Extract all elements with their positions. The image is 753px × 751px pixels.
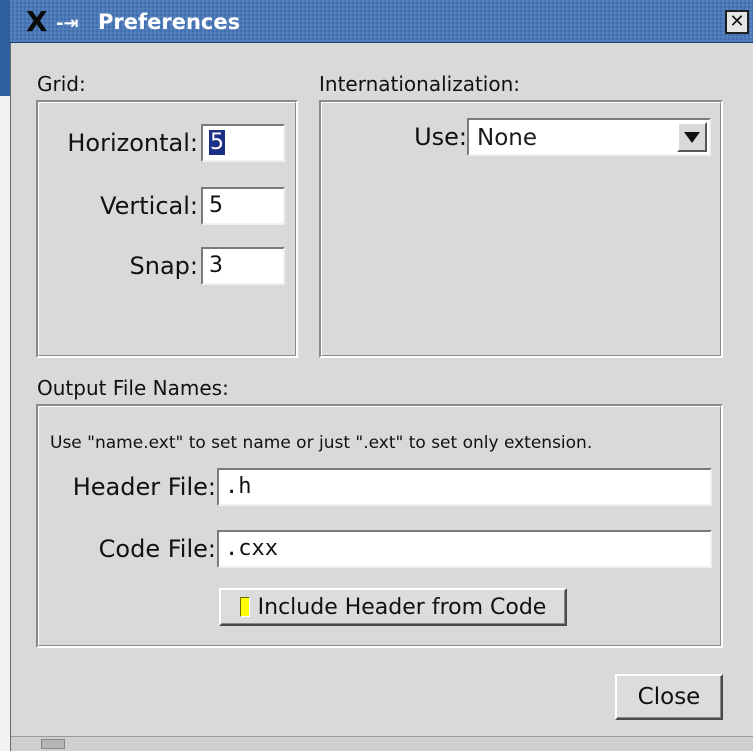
include-header-label: Include Header from Code (257, 594, 547, 620)
use-select[interactable]: None (467, 118, 711, 156)
toggle-light-icon (239, 597, 250, 617)
window-title: Preferences (98, 10, 241, 34)
titlebar[interactable]: X -⇥ Preferences ✕ (10, 0, 753, 43)
grid-group-box: Horizontal: 5 Vertical: 5 Snap: 3 (36, 100, 298, 358)
horizontal-label: Horizontal: (67, 129, 198, 157)
snap-input[interactable]: 3 (201, 247, 285, 285)
vertical-label: Vertical: (100, 192, 198, 220)
x-pin-icon[interactable]: X -⇥ (26, 7, 94, 37)
preferences-content: Grid: Horizontal: 5 Vertical: 5 Snap: 3 … (11, 43, 753, 751)
chevron-down-icon[interactable] (677, 122, 707, 152)
code-file-label: Code File: (98, 535, 216, 563)
code-file-input[interactable]: .cxx (217, 530, 712, 568)
vertical-input[interactable]: 5 (201, 187, 285, 225)
use-select-value: None (477, 125, 538, 151)
close-icon[interactable]: ✕ (725, 10, 749, 34)
grid-group-label: Grid: (37, 72, 86, 96)
output-hint-text: Use "name.ext" to set name or just ".ext… (50, 433, 593, 453)
bottom-scrollbar-strip (11, 736, 753, 751)
scrollbar-handle[interactable] (41, 739, 65, 749)
horizontal-input-value: 5 (209, 130, 225, 155)
output-group-label: Output File Names: (37, 376, 229, 400)
i18n-group-label: Internationalization: (319, 72, 521, 96)
output-group-box: Use "name.ext" to set name or just ".ext… (36, 404, 723, 648)
header-file-input[interactable]: .h (217, 468, 712, 506)
horizontal-input[interactable]: 5 (201, 124, 285, 162)
include-header-toggle-button[interactable]: Include Header from Code (219, 588, 567, 626)
window-left-frame (0, 0, 11, 751)
close-button[interactable]: Close (615, 674, 723, 720)
header-file-label: Header File: (72, 473, 216, 501)
snap-label: Snap: (129, 252, 198, 280)
use-label: Use: (414, 123, 467, 151)
i18n-group-box: Use: None (319, 100, 723, 358)
